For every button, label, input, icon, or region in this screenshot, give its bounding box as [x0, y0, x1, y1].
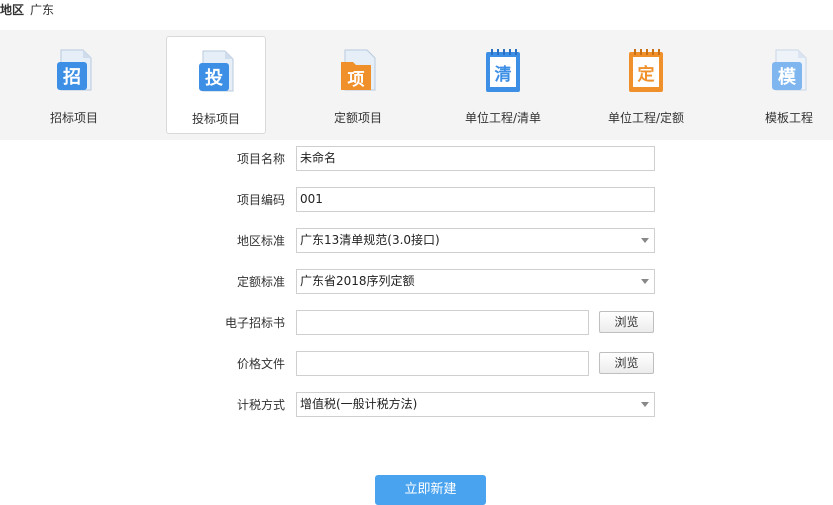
project-name-input[interactable]: 未命名: [296, 146, 655, 171]
type-glyph: 项: [348, 70, 365, 90]
quota-notebook-icon: 定: [629, 49, 663, 92]
quota-standard-select[interactable]: 广东省2018序列定额: [296, 269, 655, 294]
row-tax-method: 计税方式 增值税(一般计税方法): [0, 392, 833, 418]
region-standard-label: 地区标准: [236, 234, 285, 248]
region-standard-value: 广东13清单规范(3.0接口): [300, 233, 440, 247]
bill-notebook-icon: 清: [486, 49, 520, 92]
quota-standard-value: 广东省2018序列定额: [300, 274, 415, 288]
tender-document-icon: 招: [57, 49, 92, 91]
type-quota-project[interactable]: 项 定额项目: [308, 36, 408, 134]
e-tender-browse-button[interactable]: 浏览: [599, 311, 654, 333]
row-quota-standard: 定额标准 广东省2018序列定额: [0, 269, 833, 295]
tax-method-value: 增值税(一般计税方法): [300, 397, 418, 411]
type-unit-bill[interactable]: 清 单位工程/清单: [453, 36, 553, 134]
tax-method-label: 计税方式: [236, 398, 285, 412]
chevron-down-icon: [641, 279, 649, 284]
quota-standard-label: 定额标准: [236, 275, 285, 289]
region-indicator: 地区 广东: [0, 0, 54, 22]
region-value: 广东: [30, 3, 55, 17]
create-now-button[interactable]: 立即新建: [375, 475, 486, 505]
price-file-label: 价格文件: [236, 357, 285, 371]
project-code-label: 项目编码: [236, 193, 285, 207]
type-tender-project[interactable]: 招 招标项目: [24, 36, 124, 134]
chevron-down-icon: [641, 238, 649, 243]
region-standard-select[interactable]: 广东13清单规范(3.0接口): [296, 228, 655, 253]
type-label: 单位工程/定额: [607, 111, 685, 125]
chevron-down-icon: [641, 402, 649, 407]
quota-folder-icon: 项: [341, 49, 376, 91]
type-unit-quota[interactable]: 定 单位工程/定额: [596, 36, 696, 134]
tax-method-select[interactable]: 增值税(一般计税方法): [296, 392, 655, 417]
e-tender-input[interactable]: [296, 310, 589, 335]
e-tender-label: 电子招标书: [224, 316, 285, 330]
row-e-tender: 电子招标书 浏览: [0, 310, 833, 336]
type-glyph: 模: [778, 66, 797, 88]
type-glyph: 定: [638, 64, 655, 85]
region-label: 地区: [0, 3, 25, 17]
type-label: 投标项目: [191, 112, 240, 126]
row-project-name: 项目名称 未命名: [0, 146, 833, 172]
bid-document-icon: 投: [199, 50, 234, 92]
type-label: 单位工程/清单: [464, 111, 542, 125]
type-glyph: 投: [205, 67, 223, 89]
type-bid-project[interactable]: 投 投标项目: [166, 36, 266, 134]
price-file-input[interactable]: [296, 351, 589, 376]
row-project-code: 项目编码 001: [0, 187, 833, 213]
row-price-file: 价格文件 浏览: [0, 351, 833, 377]
template-document-icon: 模: [772, 49, 807, 91]
type-template-project[interactable]: 模 模板工程: [739, 36, 833, 134]
project-code-input[interactable]: 001: [296, 187, 655, 212]
type-label: 模板工程: [764, 111, 813, 125]
project-name-label: 项目名称: [236, 152, 285, 166]
type-glyph: 清: [495, 64, 512, 85]
type-label: 定额项目: [333, 111, 382, 125]
project-type-bar: 招 招标项目 投 投标项目 项 定额项目 清 单位工程/清单 定 单位工程/定额…: [0, 30, 833, 140]
row-region-standard: 地区标准 广东13清单规范(3.0接口): [0, 228, 833, 254]
type-label: 招标项目: [49, 111, 98, 125]
type-glyph: 招: [63, 66, 81, 88]
price-file-browse-button[interactable]: 浏览: [599, 352, 654, 374]
